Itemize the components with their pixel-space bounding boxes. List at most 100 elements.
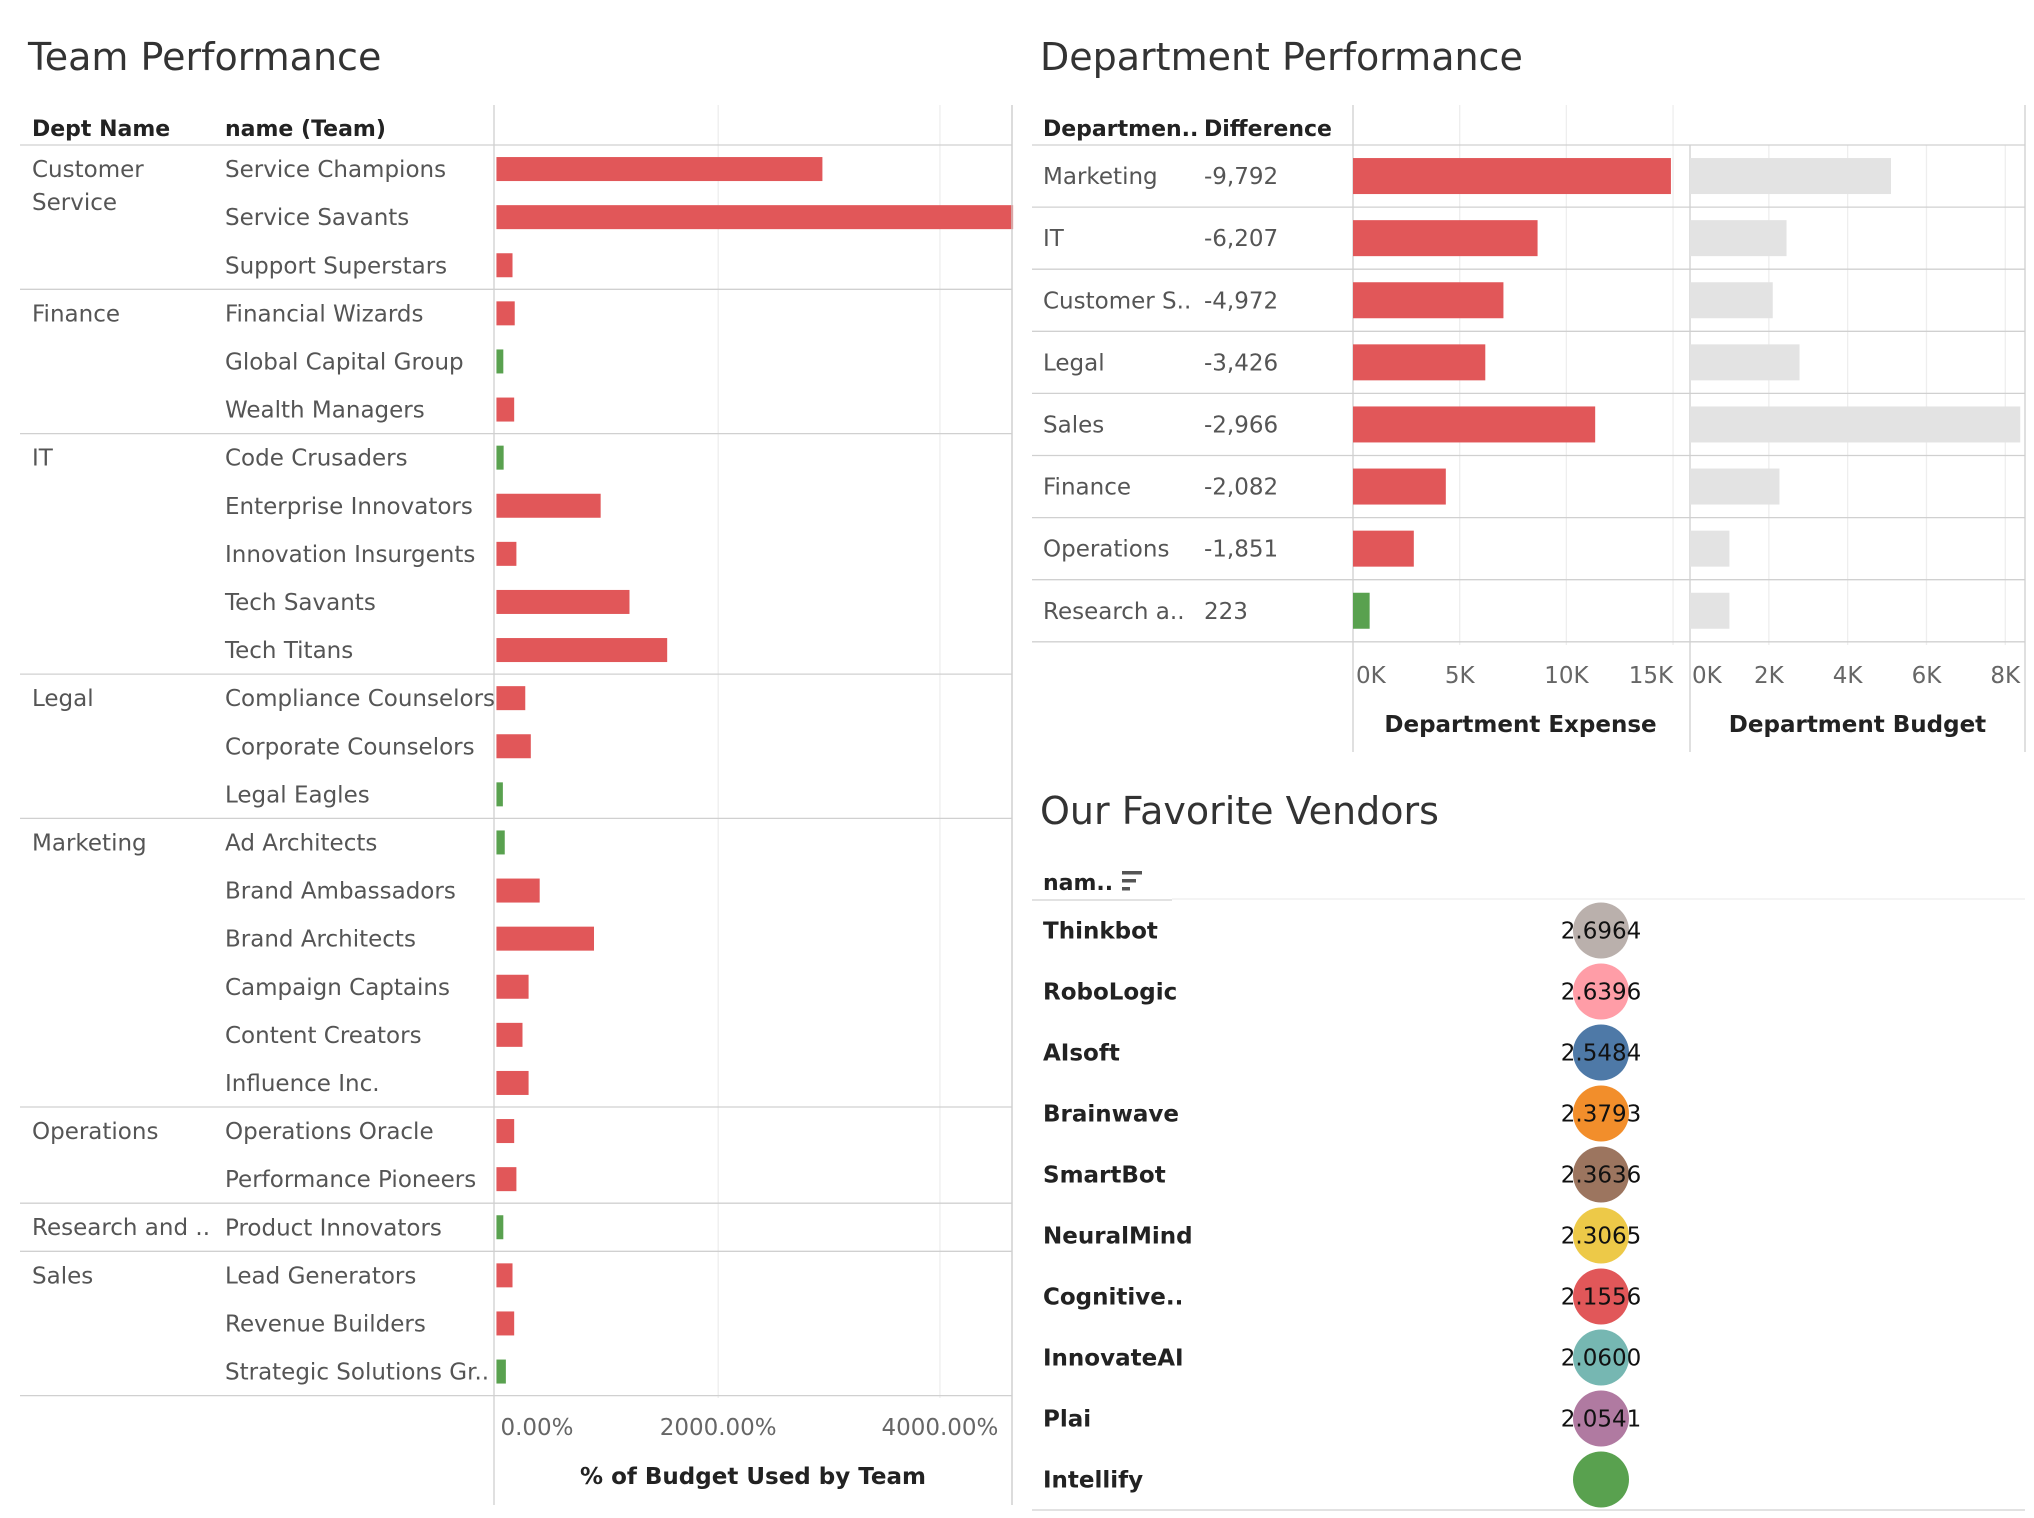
department-column-header: Departmen.. xyxy=(1043,117,1198,142)
team-dept-label-line: Legal xyxy=(32,686,94,712)
vendor-name-label: NeuralMind xyxy=(1043,1224,1193,1250)
dashboard: Team Performance Dept Name name (Team) C… xyxy=(20,35,2026,1511)
budget-bar xyxy=(1690,468,1780,505)
team-name-column-header: name (Team) xyxy=(225,117,386,142)
vendor-name-label: Thinkbot xyxy=(1043,919,1158,945)
team-bar xyxy=(496,1263,513,1288)
team-name-label: Corporate Counselors xyxy=(225,734,475,760)
vendor-score-value: 2.5484 xyxy=(1561,1041,1641,1067)
vendor-score-value: 2.0600 xyxy=(1561,1346,1641,1372)
team-dept-label: Customer Service xyxy=(32,157,144,216)
dept-difference-value: -1,851 xyxy=(1204,537,1278,563)
vendor-name-label: Brainwave xyxy=(1043,1102,1179,1128)
vendor-score-value: 2.6964 xyxy=(1561,919,1641,945)
vendor-name-column-header: nam.. xyxy=(1043,871,1113,896)
team-name-label: Operations Oracle xyxy=(225,1119,434,1145)
expense-bar xyxy=(1353,406,1596,443)
team-name-label: Strategic Solutions Gr.. xyxy=(225,1360,489,1386)
team-bar xyxy=(496,782,503,807)
team-name-label: Code Crusaders xyxy=(225,446,408,472)
vendor-score-circle xyxy=(1573,1451,1629,1508)
team-name-label: Tech Savants xyxy=(224,590,376,616)
expense-bar xyxy=(1353,468,1446,505)
vendor-score-value: 2.0541 xyxy=(1561,1407,1641,1433)
team-name-label: Wealth Managers xyxy=(225,398,425,424)
team-name-label: Content Creators xyxy=(225,1023,422,1049)
team-name-label: Support Superstars xyxy=(225,253,447,279)
team-dept-label-line: Sales xyxy=(32,1263,93,1289)
team-name-label: Compliance Counselors xyxy=(225,686,495,712)
vendor-name-label: Plai xyxy=(1043,1407,1091,1433)
expense-tick-label: 5K xyxy=(1445,663,1476,689)
team-dept-label-line: Marketing xyxy=(32,830,147,856)
team-bar xyxy=(496,830,505,855)
team-name-label: Influence Inc. xyxy=(225,1071,380,1097)
vendor-panel-title: Our Favorite Vendors xyxy=(1040,789,1439,833)
budget-bar xyxy=(1690,282,1773,319)
team-dept-label-line: Service xyxy=(32,190,117,216)
team-bar xyxy=(496,157,823,182)
dept-name-label: IT xyxy=(1043,226,1065,252)
team-x-tick-label: 4000.00% xyxy=(881,1415,998,1441)
vendor-score-value: 2.1556 xyxy=(1561,1285,1641,1311)
expense-bar xyxy=(1353,282,1504,319)
team-dept-label-line: Finance xyxy=(32,301,120,327)
budget-tick-label: 4K xyxy=(1833,663,1864,689)
team-dept-label-line: Research and .. xyxy=(32,1215,210,1241)
budget-bar xyxy=(1690,220,1787,257)
expense-tick-label: 0K xyxy=(1356,663,1387,689)
team-bar xyxy=(496,974,529,999)
expense-tick-label: 15K xyxy=(1629,663,1674,689)
team-bar xyxy=(496,1119,515,1144)
team-dept-column-header: Dept Name xyxy=(32,117,170,142)
team-dept-label-line: IT xyxy=(32,446,54,472)
dept-name-label: Legal xyxy=(1043,350,1105,376)
budget-bar xyxy=(1690,592,1730,629)
team-dept-label-line: Operations xyxy=(32,1119,158,1145)
team-dept-label: Legal xyxy=(32,686,94,712)
dept-difference-value: -3,426 xyxy=(1204,350,1278,376)
vendor-score-value: 2.3065 xyxy=(1561,1224,1641,1250)
expense-bar xyxy=(1353,158,1671,195)
team-dept-label: Research and .. xyxy=(32,1215,210,1241)
team-bar xyxy=(496,1022,523,1047)
team-name-label: Financial Wizards xyxy=(225,301,423,327)
team-bar xyxy=(496,493,601,518)
dept-difference-value: -2,966 xyxy=(1204,412,1278,438)
team-bar xyxy=(496,253,513,278)
team-bar xyxy=(496,397,515,422)
team-x-tick-label: 2000.00% xyxy=(660,1415,777,1441)
team-bar xyxy=(496,734,531,759)
dept-difference-value: -9,792 xyxy=(1204,164,1278,190)
vendor-table: Thinkbot 2.6964 RoboLogic 2.6396 AIsoft 2.548… xyxy=(1032,898,2025,1511)
team-bar xyxy=(496,541,517,566)
team-bar xyxy=(496,686,526,711)
team-bar xyxy=(496,1311,515,1336)
team-dept-label: Operations xyxy=(32,1119,158,1145)
team-name-label: Brand Ambassadors xyxy=(225,879,456,905)
budget-bar xyxy=(1690,530,1730,567)
team-bar xyxy=(496,1070,529,1095)
dept-difference-value: 223 xyxy=(1204,599,1248,625)
team-dept-label: IT xyxy=(32,446,54,472)
team-name-label: Ad Architects xyxy=(225,830,377,856)
expense-tick-label: 10K xyxy=(1544,663,1589,689)
team-x-axis-title: % of Budget Used by Team xyxy=(580,1464,926,1490)
team-name-label: Performance Pioneers xyxy=(225,1167,476,1193)
team-panel-title: Team Performance xyxy=(27,35,381,79)
expense-bar xyxy=(1353,592,1370,629)
budget-tick-label: 2K xyxy=(1754,663,1785,689)
expense-bar xyxy=(1353,220,1538,257)
dept-difference-value: -2,082 xyxy=(1204,475,1278,501)
sort-descending-icon[interactable] xyxy=(1122,871,1142,891)
team-dept-label: Finance xyxy=(32,301,120,327)
team-x-tick-label: 0.00% xyxy=(500,1415,573,1441)
team-bar xyxy=(496,349,504,374)
budget-tick-label: 0K xyxy=(1692,663,1723,689)
vendor-score-value: 2.6396 xyxy=(1561,980,1641,1006)
dept-difference-value: -4,972 xyxy=(1204,288,1278,314)
team-bar xyxy=(496,589,630,614)
team-dept-label-line: Customer xyxy=(32,157,144,183)
team-name-label: Lead Generators xyxy=(225,1263,416,1289)
team-bar xyxy=(496,926,595,951)
